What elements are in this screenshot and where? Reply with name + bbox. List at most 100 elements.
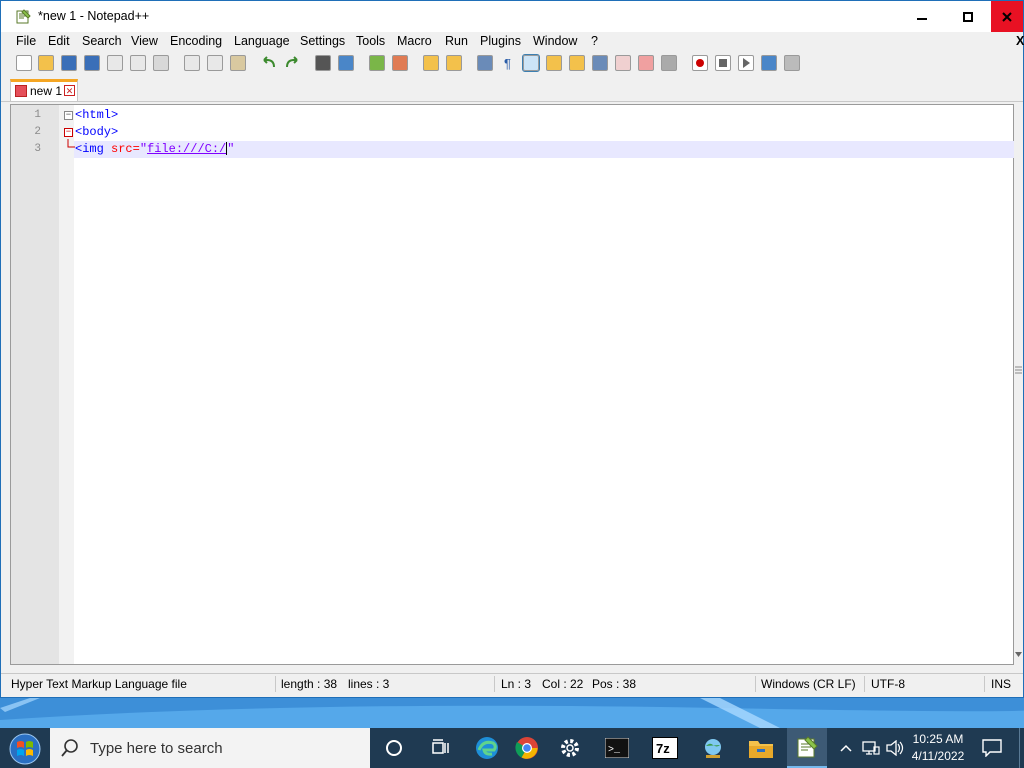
menu-edit[interactable]: Edit bbox=[48, 34, 70, 48]
menu-language[interactable]: Language bbox=[234, 34, 290, 48]
taskbar-notepadpp[interactable] bbox=[787, 728, 827, 768]
taskbar-terminal[interactable]: >_ bbox=[597, 728, 637, 768]
title-bar[interactable]: *new 1 - Notepad++ bbox=[1, 1, 1023, 32]
code-text: <img src="file:///C:/" bbox=[75, 141, 234, 158]
line-number: 2 bbox=[34, 126, 41, 138]
src-value: file:///C:/ bbox=[147, 142, 227, 156]
new-file-icon[interactable] bbox=[16, 55, 32, 71]
word-wrap-icon[interactable] bbox=[477, 55, 493, 71]
redo-icon[interactable] bbox=[284, 55, 300, 71]
taskbar-edge[interactable] bbox=[467, 728, 507, 768]
terminal-icon: >_ bbox=[605, 738, 629, 758]
menu-plugins[interactable]: Plugins bbox=[480, 34, 521, 48]
doc-list-icon[interactable] bbox=[592, 55, 608, 71]
folder-workspace-icon[interactable] bbox=[638, 55, 654, 71]
taskbar-7zip[interactable]: 7z bbox=[645, 728, 685, 768]
minimize-button[interactable] bbox=[899, 1, 945, 32]
notifications-button[interactable] bbox=[972, 728, 1012, 768]
show-all-chars-icon[interactable]: ¶ bbox=[500, 55, 516, 71]
show-desktop-button[interactable] bbox=[1019, 728, 1024, 768]
zoom-out-icon[interactable] bbox=[392, 55, 408, 71]
menu-encoding[interactable]: Encoding bbox=[170, 34, 222, 48]
code-text: <html> bbox=[75, 107, 118, 124]
record-macro-icon[interactable] bbox=[692, 55, 708, 71]
7zip-label: 7z bbox=[656, 741, 670, 756]
close-icon bbox=[1002, 11, 1012, 22]
taskbar-file-explorer[interactable] bbox=[741, 728, 781, 768]
function-list-icon[interactable] bbox=[615, 55, 631, 71]
tab-new-1[interactable]: new 1 ✕ bbox=[10, 79, 78, 101]
user-defined-lang-icon[interactable] bbox=[546, 55, 562, 71]
find-icon[interactable] bbox=[315, 55, 331, 71]
status-lines: lines : 3 bbox=[348, 677, 390, 691]
sync-horizontal-icon[interactable] bbox=[446, 55, 462, 71]
task-view-icon bbox=[432, 739, 449, 754]
taskbar: Type here to search >_ 7z 10:25 AM 4/11/… bbox=[0, 728, 1024, 768]
fold-toggle-icon[interactable]: − bbox=[64, 128, 73, 137]
undo-icon[interactable] bbox=[261, 55, 277, 71]
html-tag: <body> bbox=[75, 125, 119, 139]
close-button[interactable] bbox=[991, 1, 1023, 32]
network-tray-button[interactable] bbox=[858, 728, 884, 768]
replace-icon[interactable] bbox=[338, 55, 354, 71]
notepadpp-icon bbox=[16, 9, 31, 24]
zoom-in-icon[interactable] bbox=[369, 55, 385, 71]
menu-search[interactable]: Search bbox=[82, 34, 122, 48]
menu-tools[interactable]: Tools bbox=[356, 34, 385, 48]
save-icon[interactable] bbox=[61, 55, 77, 71]
toolbar: ¶ bbox=[1, 52, 1023, 76]
editor-area[interactable]: 1 − <html> 2 − <body> 3 <img src="file:/… bbox=[10, 104, 1014, 665]
save-all-icon[interactable] bbox=[84, 55, 100, 71]
status-divider bbox=[494, 676, 495, 692]
taskbar-clock[interactable]: 10:25 AM 4/11/2022 bbox=[905, 731, 971, 765]
settings-icon bbox=[561, 739, 579, 757]
play-macro-icon[interactable] bbox=[738, 55, 754, 71]
stop-macro-icon[interactable] bbox=[715, 55, 731, 71]
run-macro-multiple-icon[interactable] bbox=[761, 55, 777, 71]
menu-run[interactable]: Run bbox=[445, 34, 468, 48]
svg-text:¶: ¶ bbox=[504, 56, 511, 71]
code-line: 3 <img src="file:///C:/" bbox=[11, 139, 1015, 158]
paste-icon[interactable] bbox=[230, 55, 246, 71]
indent-guide-icon[interactable] bbox=[522, 54, 540, 72]
copy-icon[interactable] bbox=[207, 55, 223, 71]
maximize-button[interactable] bbox=[945, 1, 991, 32]
line-number: 1 bbox=[34, 109, 41, 121]
open-file-icon[interactable] bbox=[38, 55, 54, 71]
line-number-gutter bbox=[11, 105, 59, 664]
sync-vertical-icon[interactable] bbox=[423, 55, 439, 71]
cut-icon[interactable] bbox=[184, 55, 200, 71]
fold-toggle-icon[interactable]: − bbox=[64, 111, 73, 120]
menu-view[interactable]: View bbox=[131, 34, 158, 48]
menu-help[interactable]: ? bbox=[591, 34, 598, 48]
print-icon[interactable] bbox=[153, 55, 169, 71]
close-icon[interactable] bbox=[107, 55, 123, 71]
taskbar-network-app[interactable] bbox=[693, 728, 733, 768]
code-line: 2 − <body> bbox=[11, 124, 1015, 141]
start-button[interactable] bbox=[6, 731, 44, 767]
fold-margin bbox=[59, 105, 74, 664]
tab-bar: new 1 ✕ bbox=[1, 77, 1023, 102]
taskbar-settings[interactable] bbox=[550, 728, 590, 768]
monitoring-icon[interactable] bbox=[661, 55, 677, 71]
menu-window[interactable]: Window bbox=[533, 34, 577, 48]
task-view-button[interactable] bbox=[421, 728, 461, 768]
taskbar-chrome[interactable] bbox=[507, 728, 547, 768]
show-hidden-icons-button[interactable] bbox=[834, 728, 858, 768]
fold-end-marker bbox=[67, 139, 75, 148]
menu-macro[interactable]: Macro bbox=[397, 34, 432, 48]
volume-tray-button[interactable] bbox=[883, 728, 907, 768]
vertical-scrollbar[interactable] bbox=[1014, 104, 1023, 665]
line-number: 3 bbox=[34, 143, 41, 155]
close-all-icon[interactable] bbox=[130, 55, 146, 71]
taskbar-search-box[interactable]: Type here to search bbox=[50, 728, 370, 768]
tab-close-icon[interactable]: ✕ bbox=[64, 85, 75, 96]
doc-map-icon[interactable] bbox=[569, 55, 585, 71]
scroll-down-icon[interactable] bbox=[1015, 652, 1022, 658]
cortana-button[interactable] bbox=[374, 728, 414, 768]
status-divider bbox=[275, 676, 276, 692]
menu-settings[interactable]: Settings bbox=[300, 34, 345, 48]
save-macro-icon[interactable] bbox=[784, 55, 800, 71]
menu-file[interactable]: File bbox=[16, 34, 36, 48]
menu-close-doc-button[interactable]: X bbox=[1016, 34, 1024, 48]
